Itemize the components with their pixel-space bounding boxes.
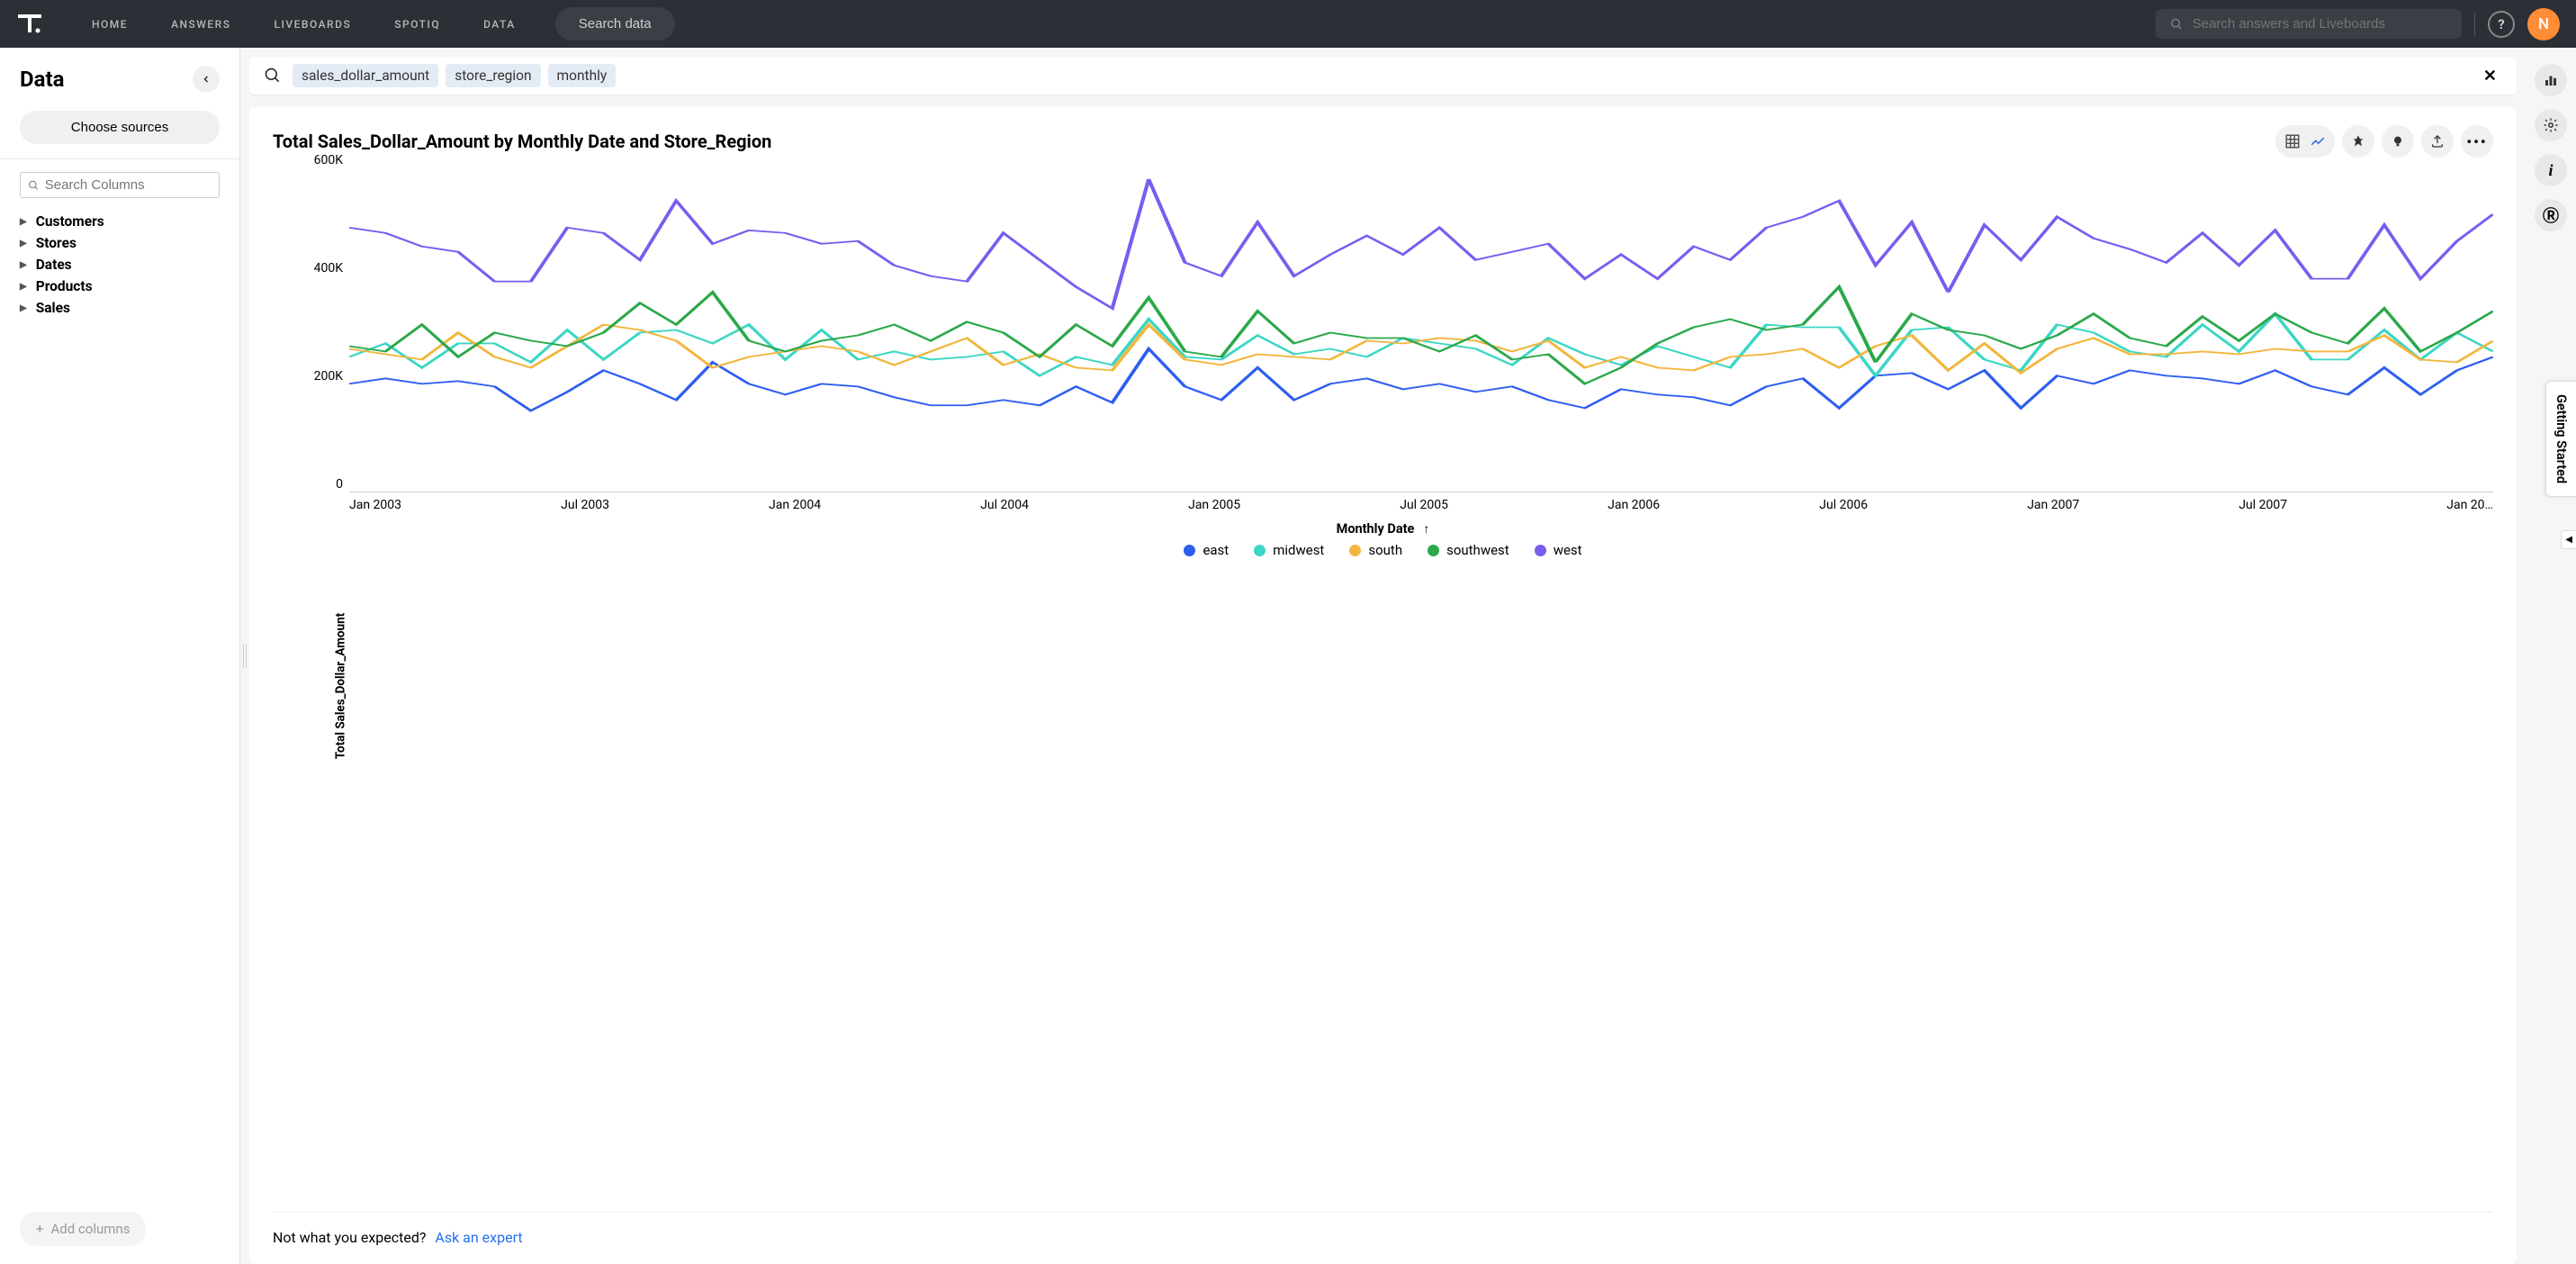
caret-right-icon: ▶	[20, 282, 27, 292]
tree-item-sales[interactable]: ▶Sales	[13, 297, 227, 319]
tree-item-stores[interactable]: ▶Stores	[13, 232, 227, 254]
x-tick: Jan 2004	[769, 498, 821, 512]
chart-config-button[interactable]	[2535, 64, 2567, 96]
x-tick: Jul 2003	[561, 498, 609, 512]
x-ticks: Jan 2003 Jul 2003 Jan 2004 Jul 2004 Jan …	[273, 498, 2493, 512]
chevron-left-icon	[201, 74, 212, 85]
r-icon: Ⓡ	[2543, 203, 2559, 227]
search-token[interactable]: sales_dollar_amount	[293, 64, 438, 87]
pin-button[interactable]	[2342, 125, 2374, 158]
tree-item-dates[interactable]: ▶Dates	[13, 254, 227, 275]
x-tick: Jan 2003	[349, 498, 401, 512]
pin-icon	[2351, 134, 2365, 149]
chart-body: Total Sales_Dollar_Amount 0 200K 400K 60…	[273, 168, 2493, 1203]
lightbulb-icon	[2391, 134, 2405, 149]
x-tick: Jul 2004	[980, 498, 1029, 512]
share-button[interactable]	[2421, 125, 2454, 158]
global-search[interactable]	[2156, 9, 2462, 39]
ask-expert-link[interactable]: Ask an expert	[435, 1229, 522, 1246]
caret-right-icon: ▶	[20, 239, 27, 248]
tree-item-customers[interactable]: ▶Customers	[13, 211, 227, 232]
y-tick: 400K	[298, 261, 343, 275]
x-tick: Jul 2007	[2238, 498, 2287, 512]
y-tick: 600K	[298, 153, 343, 167]
y-axis-label: Total Sales_Dollar_Amount	[333, 612, 347, 759]
info-icon: i	[2548, 161, 2553, 180]
search-token[interactable]: store_region	[446, 64, 540, 87]
nav-liveboards[interactable]: LIVEBOARDS	[252, 18, 373, 31]
search-token[interactable]: monthly	[548, 64, 617, 87]
search-icon	[264, 67, 282, 85]
logo[interactable]	[16, 11, 43, 38]
bar-chart-icon	[2543, 72, 2559, 88]
search-columns-input[interactable]	[45, 177, 212, 193]
help-button[interactable]: ?	[2488, 11, 2515, 38]
not-expected-prompt: Not what you expected? Ask an expert	[273, 1212, 2493, 1253]
line-chart-icon	[2310, 133, 2326, 149]
add-columns-button[interactable]: + Add columns	[20, 1212, 146, 1246]
x-tick: Jul 2005	[1400, 498, 1448, 512]
settings-button[interactable]	[2535, 109, 2567, 141]
x-axis-label: Monthly Date ↑	[273, 521, 2493, 537]
x-tick: Jul 2006	[1819, 498, 1868, 512]
search-bar[interactable]: sales_dollar_amount store_region monthly…	[249, 57, 2517, 95]
more-button[interactable]: •••	[2461, 125, 2493, 158]
nav-home[interactable]: HOME	[70, 18, 149, 31]
collapse-sidebar-button[interactable]	[193, 66, 220, 93]
x-tick: Jan 2006	[1608, 498, 1660, 512]
plot-area[interactable]	[349, 168, 2493, 492]
search-data-button[interactable]: Search data	[555, 7, 675, 41]
y-tick: 0	[298, 477, 343, 492]
chart-actions: •••	[2275, 125, 2493, 158]
x-tick: Jan 2005	[1188, 498, 1240, 512]
legend-west[interactable]: west	[1535, 542, 1582, 558]
right-rail: i Ⓡ Getting Started ◀	[2526, 48, 2576, 1264]
nav-spotiq[interactable]: SPOTIQ	[373, 18, 462, 31]
y-tick: 200K	[298, 369, 343, 384]
table-icon	[2284, 133, 2301, 149]
getting-started-tab[interactable]: Getting Started	[2545, 381, 2576, 497]
legend-south[interactable]: south	[1349, 542, 1402, 558]
caret-right-icon: ▶	[20, 260, 27, 270]
legend-southwest[interactable]: southwest	[1428, 542, 1509, 558]
sort-asc-icon[interactable]: ↑	[1423, 521, 1429, 537]
r-analysis-button[interactable]: Ⓡ	[2535, 199, 2567, 231]
legend-east[interactable]: east	[1184, 542, 1229, 558]
content-area: sales_dollar_amount store_region monthly…	[249, 48, 2526, 1264]
caret-right-icon: ▶	[20, 303, 27, 313]
avatar[interactable]: N	[2527, 8, 2560, 41]
top-nav: HOME ANSWERS LIVEBOARDS SPOTIQ DATA Sear…	[0, 0, 2576, 48]
clear-search-button[interactable]: ✕	[2478, 67, 2502, 86]
divider	[2474, 12, 2475, 37]
tree-item-products[interactable]: ▶Products	[13, 275, 227, 297]
caret-right-icon: ▶	[20, 217, 27, 227]
sidebar-title: Data	[20, 67, 64, 92]
plus-icon: +	[36, 1221, 44, 1237]
search-columns[interactable]	[20, 172, 220, 198]
line-chart	[349, 168, 2493, 492]
x-tick: Jan 2007	[2027, 498, 2079, 512]
nav-items: HOME ANSWERS LIVEBOARDS SPOTIQ DATA	[70, 18, 537, 31]
info-button[interactable]: i	[2535, 154, 2567, 186]
share-icon	[2430, 134, 2445, 149]
column-tree: ▶Customers ▶Stores ▶Dates ▶Products ▶Sal…	[0, 207, 239, 322]
view-toggle[interactable]	[2275, 125, 2335, 158]
splitter[interactable]	[240, 48, 249, 1264]
getting-started-collapse[interactable]: ◀	[2561, 530, 2576, 549]
gear-icon	[2543, 117, 2559, 133]
more-icon: •••	[2466, 133, 2487, 150]
legend: east midwest south southwest west	[273, 542, 2493, 558]
x-tick: Jan 20…	[2446, 498, 2493, 512]
insight-button[interactable]	[2382, 125, 2414, 158]
search-icon	[2170, 17, 2184, 32]
chart-title: Total Sales_Dollar_Amount by Monthly Dat…	[273, 131, 771, 152]
nav-data[interactable]: DATA	[462, 18, 537, 31]
global-search-input[interactable]	[2193, 16, 2447, 32]
left-sidebar: Data Choose sources ▶Customers ▶Stores ▶…	[0, 48, 240, 1264]
choose-sources-button[interactable]: Choose sources	[20, 111, 220, 144]
chart-container: Total Sales_Dollar_Amount by Monthly Dat…	[249, 107, 2517, 1264]
nav-answers[interactable]: ANSWERS	[149, 18, 252, 31]
search-icon	[28, 179, 40, 192]
legend-midwest[interactable]: midwest	[1254, 542, 1324, 558]
